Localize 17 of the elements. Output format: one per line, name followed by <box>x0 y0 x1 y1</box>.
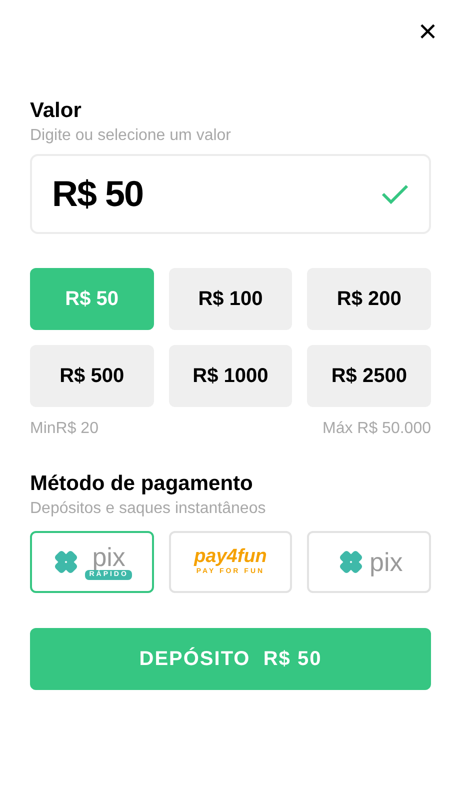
amount-preset-button[interactable]: R$ 1000 <box>168 345 292 407</box>
amount-value: R$ 50 <box>52 172 144 216</box>
pix-wordmark: pix <box>92 544 126 570</box>
section-subtitle: Depósitos e saques instantâneos <box>30 499 267 519</box>
min-amount: MinR$ 20 <box>30 419 98 439</box>
close-button[interactable]: × <box>418 14 437 48</box>
section-title: Método de pagamento <box>30 471 254 497</box>
pay4fun-wordmark: pay4fun <box>194 546 267 567</box>
amount-field[interactable]: R$ 50 <box>30 154 431 234</box>
pix-wordmark: pix <box>370 549 403 575</box>
section-title: Valor <box>30 98 82 124</box>
amount-preset-button[interactable]: R$ 2500 <box>307 345 431 407</box>
amount-preset-button[interactable]: R$ 500 <box>30 345 154 407</box>
section-subtitle: Digite ou selecione um valor <box>30 126 232 146</box>
max-amount: Máx R$ 50.000 <box>322 419 431 439</box>
amount-preset-button[interactable]: R$ 200 <box>307 268 431 330</box>
amount-preset-button[interactable]: R$ 100 <box>168 268 292 330</box>
